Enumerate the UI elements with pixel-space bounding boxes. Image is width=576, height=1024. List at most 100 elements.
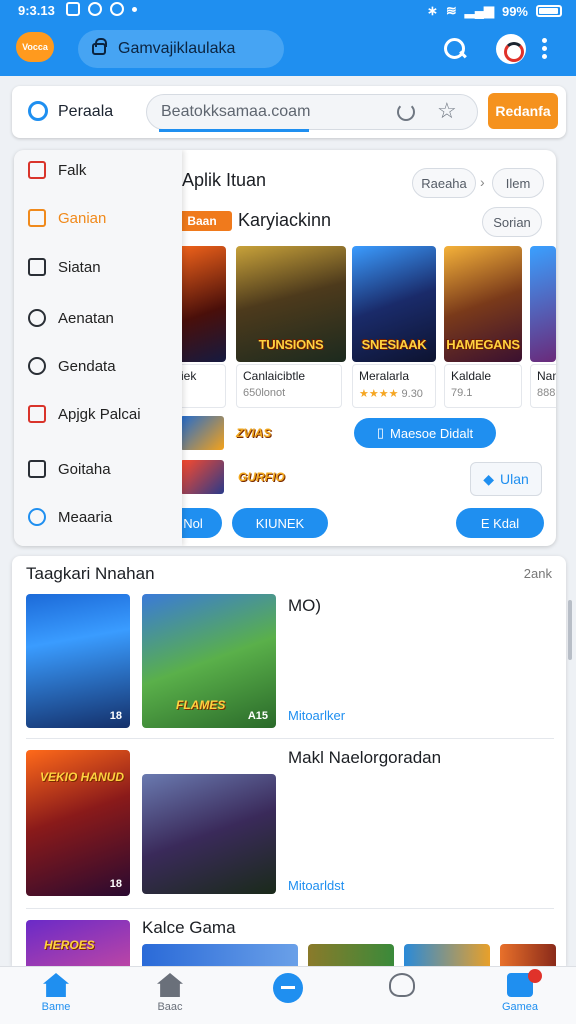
breadcrumb-chevron-icon: › <box>480 174 485 190</box>
app-search-text: Gamvajiklaulaka <box>118 40 236 57</box>
game-thumbnail[interactable] <box>404 944 490 966</box>
list-count: 2ank <box>523 566 552 581</box>
filter-button[interactable]: Sorian <box>482 207 542 237</box>
game-thumbnail[interactable]: VEKIO HANUD 18 <box>26 750 130 896</box>
mini-game-thumb[interactable] <box>180 460 224 494</box>
url-focus-underline <box>159 129 309 132</box>
nav-label: Baac <box>157 1001 183 1013</box>
game-meta-sub: 9.30 <box>401 388 423 400</box>
menu-item-apjgk-palcai[interactable]: Apjgk Palcai <box>14 394 182 434</box>
game-card[interactable] <box>530 246 556 362</box>
side-menu: Falk Ganian Siatan Aenatan Gendata Apjgk… <box>14 150 182 546</box>
controller-icon <box>273 973 303 1003</box>
row-subtitle[interactable]: Mitoarlker <box>288 708 345 723</box>
battery-icon <box>536 5 562 17</box>
notification-badge <box>528 969 542 983</box>
menu-item-gendata[interactable]: Gendata <box>14 346 182 386</box>
game-thumbnail[interactable] <box>308 944 394 966</box>
url-input[interactable] <box>161 103 381 121</box>
notification-dot-icon <box>132 7 137 12</box>
row-title[interactable]: Makl Naelorgoradan <box>288 748 441 768</box>
nav-item-home[interactable]: Bame <box>20 973 92 1021</box>
game-meta-sub: 650lonot <box>243 387 286 399</box>
game-thumbnail[interactable]: HEROES <box>26 920 130 966</box>
calendar-icon <box>28 209 46 227</box>
mini-game-logo[interactable]: GURFIO <box>238 470 285 484</box>
app-logo[interactable]: Vocca <box>16 32 54 62</box>
page-favicon-icon <box>28 101 48 121</box>
profile-avatar[interactable] <box>496 34 526 64</box>
menu-item-label: Falk <box>58 161 87 179</box>
mini-game-thumb[interactable] <box>180 416 224 450</box>
signal-icon: ▂▄▆ <box>464 3 494 18</box>
more-options-icon[interactable] <box>538 34 550 64</box>
game-meta-name: iek <box>181 369 197 383</box>
breadcrumb-item[interactable]: Raeaha <box>412 168 476 198</box>
lock-icon <box>92 38 107 55</box>
promo-pill-button[interactable]: ▯ Maesoe Didalt <box>354 418 496 448</box>
game-meta: Kaldale 79.1 <box>444 364 522 408</box>
mini-game-logo[interactable]: ZVIAS <box>236 426 271 440</box>
menu-item-aenatan[interactable]: Aenatan <box>14 298 182 338</box>
nav-item-center[interactable] <box>252 973 324 1021</box>
search-icon[interactable] <box>440 34 470 64</box>
scrollbar[interactable] <box>568 600 572 660</box>
menu-item-meaaria[interactable]: Meaaria <box>14 497 182 537</box>
row-title[interactable]: Kalce Gama <box>142 918 236 938</box>
game-thumbnail[interactable]: 18 <box>26 594 130 728</box>
page-title: Peraala <box>58 103 114 120</box>
game-thumbnail[interactable] <box>142 774 276 894</box>
app-header: 9:3.13 ∗ ≋ ▂▄▆ 99% Vocca Gamvajiklaulaka <box>0 0 576 76</box>
row-divider <box>26 738 554 739</box>
section-title: Karyiackinn <box>238 210 332 230</box>
reload-icon[interactable] <box>397 103 415 121</box>
age-rating-badge: 18 <box>109 878 122 890</box>
bookmark-star-icon[interactable]: ☆ <box>437 98 457 124</box>
list-heading: Taagkari Nnahan <box>26 564 155 583</box>
url-field[interactable]: ☆ <box>146 94 478 132</box>
browser-bar: Peraala ☆ Redanfa <box>12 86 566 138</box>
nav-item-store[interactable]: Baac <box>134 973 206 1021</box>
pill-button[interactable]: E Kdal <box>456 508 544 538</box>
browser-action-button[interactable]: Redanfa <box>488 93 558 129</box>
mail-icon <box>66 2 80 16</box>
game-card[interactable]: TUNSIONS <box>236 246 346 362</box>
game-meta: Nam 888 <box>530 364 556 408</box>
game-card-title: SNESIAAK <box>361 337 427 352</box>
rating-stars-icon: ★★★★ <box>359 388 399 400</box>
flag-icon <box>28 161 46 179</box>
row-subtitle[interactable]: Mitoarldst <box>288 878 344 893</box>
pill-button[interactable]: KIUNEK <box>232 508 328 538</box>
target-icon <box>28 309 46 327</box>
game-card[interactable]: SNESIAAK <box>352 246 436 362</box>
secondary-button[interactable]: ◆ Ulan <box>470 462 542 496</box>
thumbnail-title: HEROES <box>44 938 95 952</box>
game-thumbnail[interactable]: FLAMES A15 <box>142 594 276 728</box>
game-card-title: HAMEGANS <box>446 337 520 352</box>
game-meta-name: Meralarla <box>359 369 410 383</box>
nav-item-profile[interactable] <box>366 973 438 1021</box>
row-title[interactable]: MO) <box>288 596 321 616</box>
game-thumbnail[interactable] <box>500 944 556 966</box>
download-icon: ▯ <box>376 425 385 440</box>
app-search-field[interactable]: Gamvajiklaulaka <box>78 30 284 68</box>
breadcrumb-item[interactable]: Ilem <box>492 168 544 198</box>
menu-item-falk[interactable]: Falk <box>14 150 182 190</box>
nav-item-games[interactable]: Gamea <box>484 969 556 1021</box>
menu-item-label: Apjgk Palcai <box>58 405 141 423</box>
menu-item-siatan[interactable]: Siatan <box>14 247 182 287</box>
game-meta-name: Kaldale <box>451 369 492 383</box>
age-rating-badge: A15 <box>247 710 268 722</box>
record-icon <box>28 405 46 423</box>
menu-item-ganian[interactable]: Ganian <box>14 198 182 238</box>
bluetooth-icon: ∗ <box>426 3 438 18</box>
store-icon <box>157 973 183 997</box>
game-meta-sub: 888 <box>537 387 556 399</box>
game-thumbnail[interactable] <box>142 944 298 966</box>
tag-icon: ◆ <box>483 470 494 487</box>
game-card[interactable]: HAMEGANS <box>444 246 522 362</box>
game-meta-name: Nam <box>537 369 556 383</box>
game-meta: Meralarla ★★★★ 9.30 <box>352 364 436 408</box>
menu-item-goitaha[interactable]: Goitaha <box>14 449 182 489</box>
battery-percent: 99% <box>501 3 528 19</box>
